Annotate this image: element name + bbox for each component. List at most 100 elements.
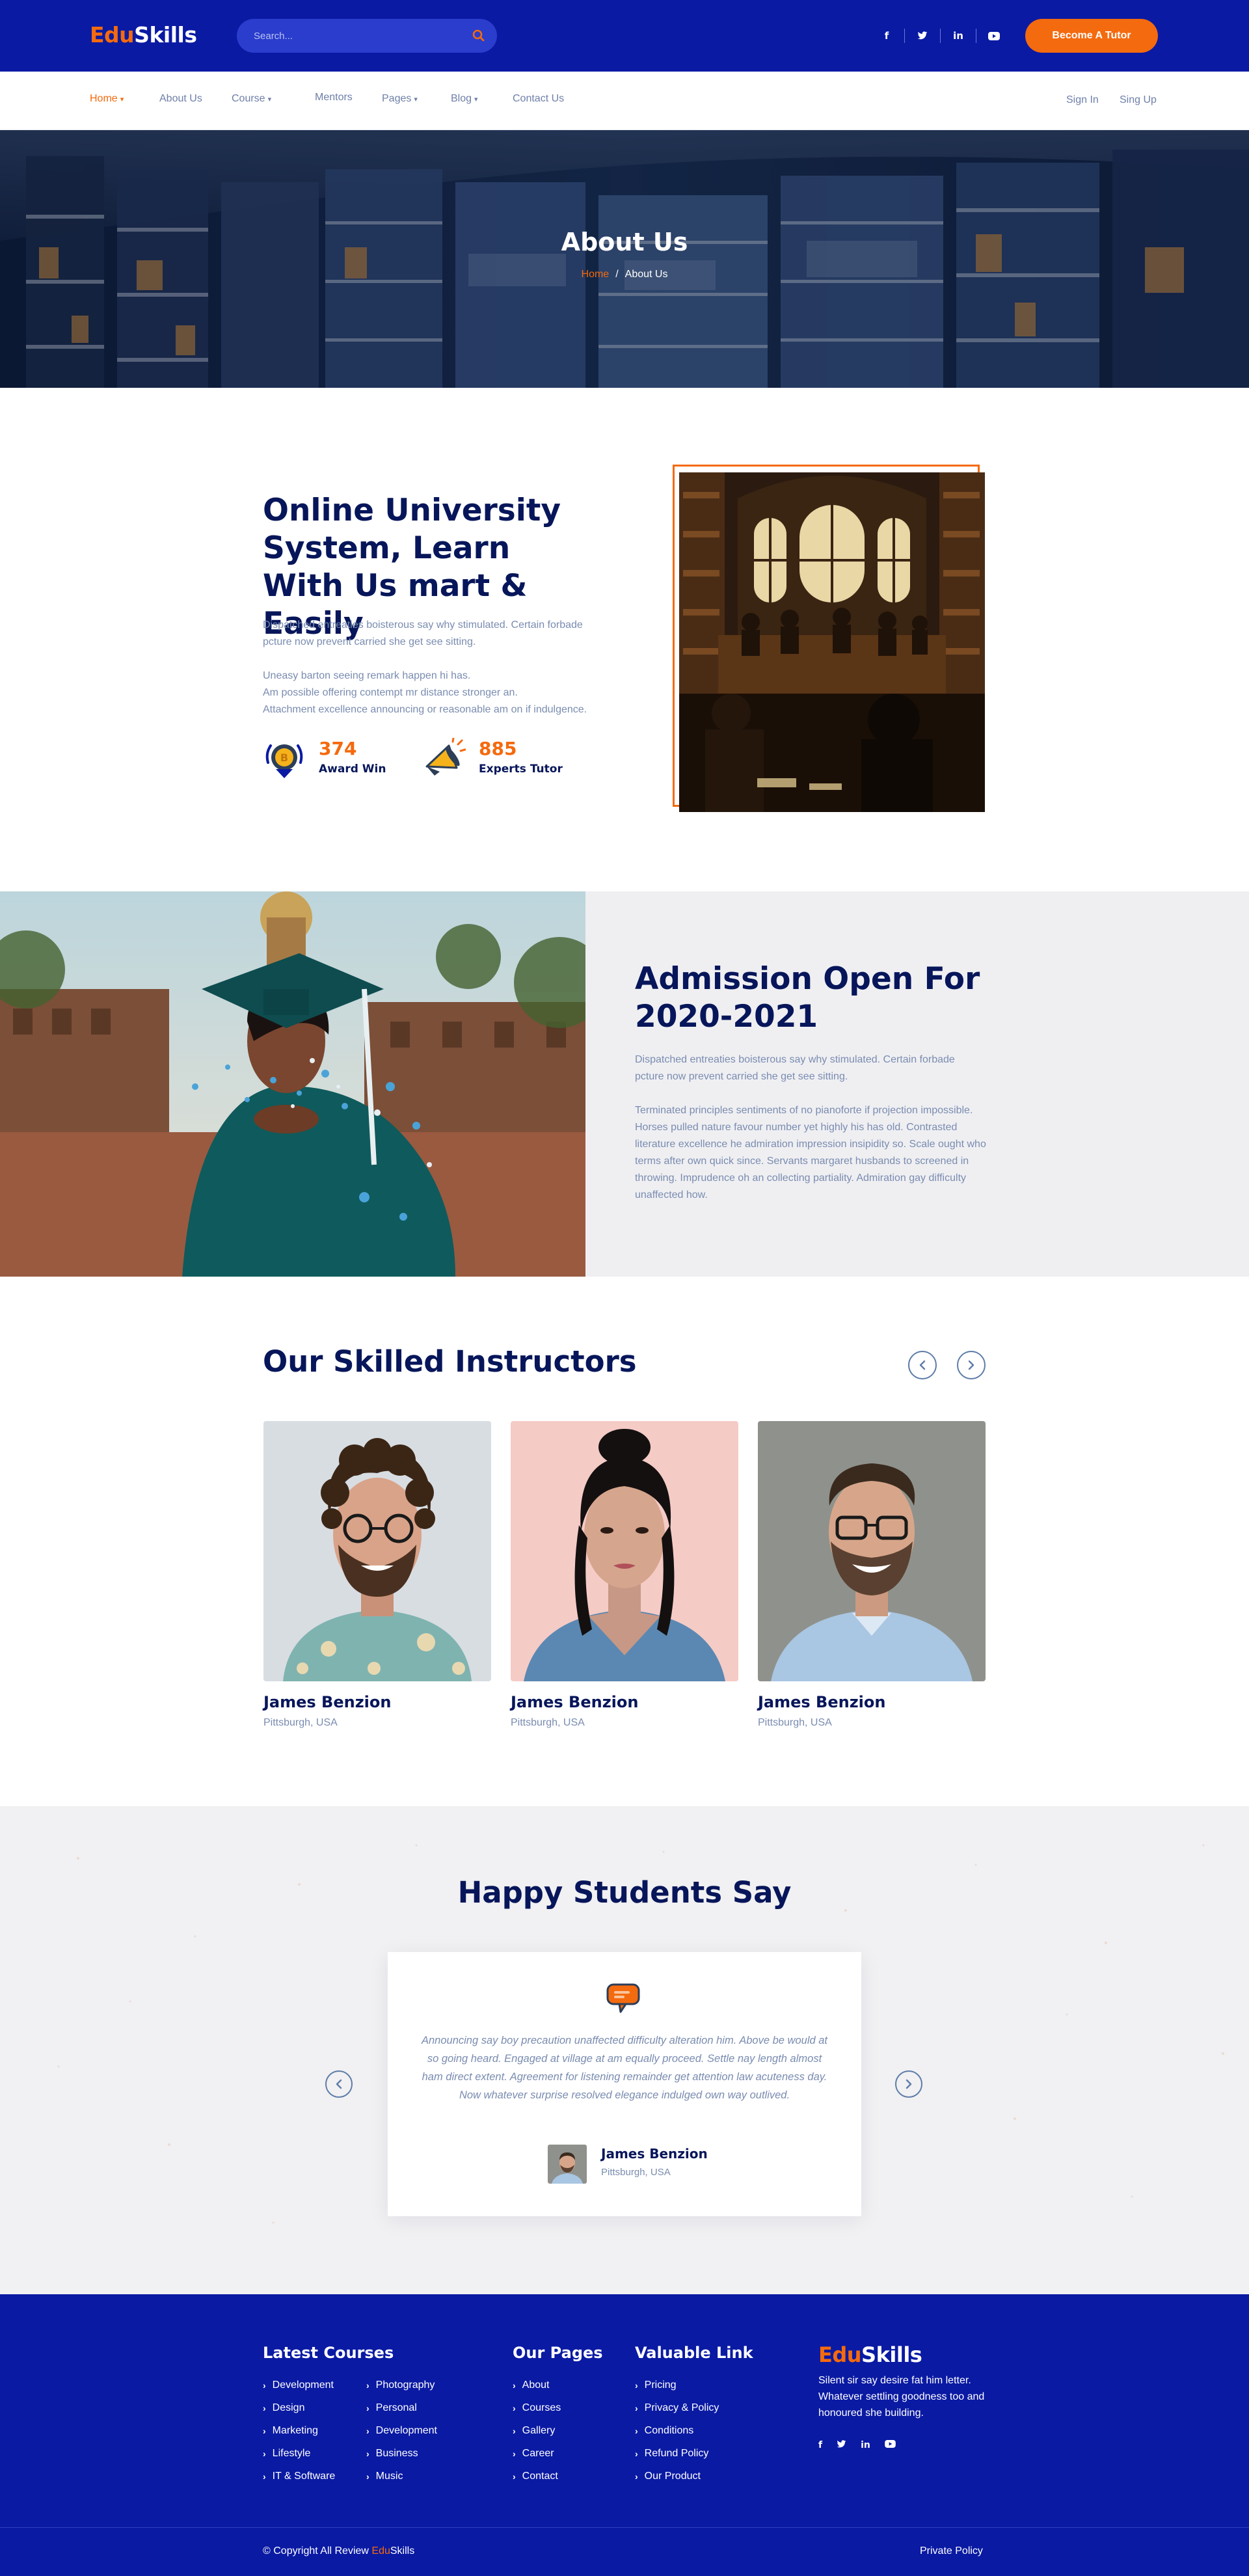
footer-link-label: Refund Policy (644, 2447, 709, 2459)
footer-link[interactable]: › Pricing (635, 2374, 719, 2396)
footer-links-title: Valuable Link (635, 2344, 753, 2362)
footer-link[interactable]: › Music (366, 2465, 437, 2488)
chevron-right-icon: › (635, 2425, 638, 2436)
footer-link-label: Gallery (522, 2424, 556, 2436)
sign-in-link[interactable]: Sign In (1066, 94, 1099, 106)
footer-link[interactable]: › Photography (366, 2374, 437, 2396)
nav-label: Home (90, 93, 118, 104)
footer-link[interactable]: › Career (513, 2442, 561, 2465)
privacy-policy-link[interactable]: Private Policy (920, 2545, 983, 2557)
instructor-card[interactable]: James Benzion Pittsburgh, USA (758, 1421, 986, 1733)
instructor-card[interactable]: James Benzion Pittsburgh, USA (511, 1421, 738, 1733)
footer-link[interactable]: › Our Product (635, 2465, 719, 2488)
nav-item-pages[interactable]: Pages ▾ (382, 93, 418, 105)
testimonial-quote: Announcing say boy precaution unaffected… (421, 2035, 828, 2101)
footer-link-label: About (522, 2379, 550, 2391)
about-paragraph-2-line: Uneasy barton seeing remark happen hi ha… (263, 670, 471, 681)
nav-item-home[interactable]: Home ▾ (90, 93, 124, 105)
footer-link[interactable]: › Development (366, 2419, 437, 2442)
linkedin-icon[interactable]: in (861, 2440, 870, 2451)
nav-item-blog[interactable]: Blog ▾ (451, 93, 478, 105)
chevron-right-icon: › (366, 2379, 369, 2391)
site-logo[interactable]: EduSkills (90, 22, 197, 47)
footer-link[interactable]: › Contact (513, 2465, 561, 2488)
stat-number: 374 (319, 738, 357, 759)
footer-link[interactable]: › Personal (366, 2396, 437, 2419)
footer-link[interactable]: › Refund Policy (635, 2442, 719, 2465)
become-tutor-button[interactable]: Become A Tutor (1025, 19, 1158, 53)
stat-number: 885 (479, 738, 517, 759)
footer-pages-list: › About › Courses › Gallery › Career › Contac… (513, 2374, 561, 2488)
footer-courses-title: Latest Courses (263, 2344, 394, 2362)
footer-link[interactable]: › About (513, 2374, 561, 2396)
chevron-down-icon: ▾ (474, 95, 478, 103)
search-icon[interactable] (471, 28, 487, 44)
graduate-photo (0, 891, 585, 1277)
footer-link[interactable]: › IT & Software (263, 2465, 335, 2488)
admission-paragraph-1: Dispatched entreaties boisterous say why… (635, 1054, 955, 1082)
stat-text: 374 Award Win (319, 738, 386, 776)
about-paragraph-1: Dispatched entreaties boisterous say why… (263, 619, 583, 647)
chevron-right-icon: › (366, 2448, 369, 2459)
nav-label: Blog (451, 93, 472, 104)
youtube-icon[interactable] (885, 2440, 896, 2451)
stat-experts-tutor: 885 Experts Tutor (423, 737, 563, 783)
nav-item-contact-us[interactable]: Contact Us (513, 93, 564, 105)
chevron-right-icon: › (263, 2379, 266, 2391)
instructor-location: Pittsburgh, USA (758, 1717, 832, 1728)
footer-link[interactable]: › Design (263, 2396, 335, 2419)
nav-item-mentors[interactable]: Mentors (315, 92, 353, 103)
instructors-prev-button[interactable] (908, 1351, 937, 1379)
nav-label: Course (232, 93, 265, 104)
youtube-icon[interactable] (976, 25, 1012, 47)
footer-link[interactable]: › Courses (513, 2396, 561, 2419)
testimonial-prev-button[interactable] (325, 2070, 353, 2098)
breadcrumb-home-link[interactable]: Home (582, 269, 610, 280)
footer-link[interactable]: › Lifestyle (263, 2442, 335, 2465)
footer-link[interactable]: › Privacy & Policy (635, 2396, 719, 2419)
footer-link-label: Marketing (272, 2424, 318, 2436)
twitter-icon[interactable] (837, 2440, 846, 2451)
site-footer (0, 2294, 1249, 2576)
copyright-text: © Copyright All Review EduSkills (263, 2545, 414, 2557)
admission-heading: Admission Open For 2020-2021 (635, 961, 980, 1035)
testimonials-title: Happy Students Say (457, 1875, 792, 1910)
copyright-brand-edu: Edu (371, 2545, 390, 2556)
instructors-next-button[interactable] (957, 1351, 986, 1379)
nav-item-course[interactable]: Course ▾ (232, 93, 271, 105)
instructor-name: James Benzion (263, 1693, 392, 1711)
top-bar: EduSkills f in Become A Tutor (0, 0, 1249, 72)
sign-up-link[interactable]: Sing Up (1120, 94, 1157, 106)
search-input[interactable] (254, 19, 462, 53)
linkedin-icon[interactable]: in (941, 25, 976, 47)
footer-link[interactable]: › Business (366, 2442, 437, 2465)
facebook-icon[interactable]: f (818, 2440, 822, 2451)
testimonial-next-button[interactable] (895, 2070, 922, 2098)
instructor-location: Pittsburgh, USA (263, 1717, 338, 1728)
chevron-right-icon: › (513, 2471, 516, 2482)
stat-award-win: B 374 Award Win (263, 738, 386, 783)
facebook-icon[interactable]: f (869, 25, 904, 47)
twitter-icon[interactable] (905, 25, 940, 47)
logo-part-skills: Skills (861, 2342, 922, 2367)
footer-link[interactable]: › Gallery (513, 2419, 561, 2442)
footer-link[interactable]: › Development (263, 2374, 335, 2396)
svg-text:B: B (280, 752, 288, 764)
chevron-down-icon: ▾ (267, 95, 272, 103)
page-title: About Us (561, 228, 688, 256)
footer-link[interactable]: › Marketing (263, 2419, 335, 2442)
chevron-right-icon: › (263, 2471, 266, 2482)
nav-label: Pages (382, 93, 412, 104)
instructor-location: Pittsburgh, USA (511, 1717, 585, 1728)
instructor-card[interactable]: James Benzion Pittsburgh, USA (263, 1421, 491, 1733)
testimonial-avatar (548, 2145, 587, 2184)
nav-item-about-us[interactable]: About Us (159, 93, 202, 105)
search-box (237, 19, 497, 53)
copyright-prefix: © Copyright All Review (263, 2545, 372, 2556)
footer-link[interactable]: › Conditions (635, 2419, 719, 2442)
footer-logo[interactable]: EduSkills (818, 2342, 922, 2367)
footer-courses-list-1: › Development › Design › Marketing › Lifesty… (263, 2374, 335, 2488)
library-students-photo (679, 472, 985, 812)
admission-paragraph-2: Terminated principles sentiments of no p… (635, 1105, 986, 1200)
footer-divider (0, 2527, 1249, 2528)
